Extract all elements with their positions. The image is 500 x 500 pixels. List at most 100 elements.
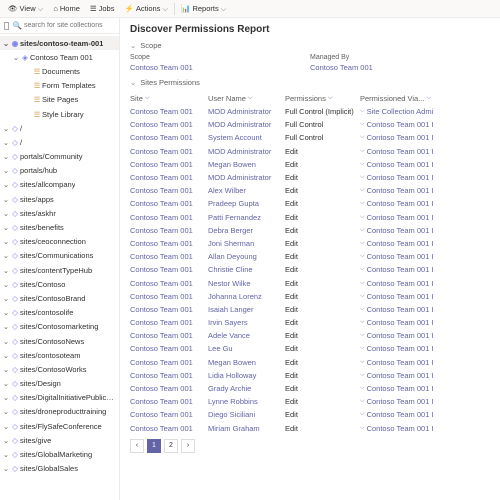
cell-site[interactable]: Contoso Team 001 [130, 358, 208, 367]
cell-site[interactable]: Contoso Team 001 [130, 344, 208, 353]
table-row[interactable]: Contoso Team 001MOD AdministratorEdit⌵Co… [130, 145, 490, 158]
chevron-down-icon[interactable]: ⌵ [360, 108, 365, 115]
tree-site-collection[interactable]: ⌄◇sites/allcompany [0, 178, 119, 192]
tree-site[interactable]: ⌄ ◈ Contoso Team 001 [0, 50, 119, 64]
tree-site-collection[interactable]: ⌄◇sites/apps [0, 192, 119, 206]
cell-site[interactable]: Contoso Team 001 [130, 213, 208, 222]
cell-user[interactable]: Pradeep Gupta [208, 199, 285, 208]
via-link[interactable]: Contoso Team 001 I [367, 239, 434, 248]
chevron-down-icon[interactable]: ⌵ [360, 161, 365, 168]
table-row[interactable]: Contoso Team 001Alex WilberEdit⌵Contoso … [130, 184, 490, 197]
cell-user[interactable]: Megan Bowen [208, 358, 285, 367]
cell-user[interactable]: Grady Archie [208, 384, 285, 393]
cell-site[interactable]: Contoso Team 001 [130, 331, 208, 340]
scope-link[interactable]: Contoso Team 001 [130, 63, 310, 72]
cell-site[interactable]: Contoso Team 001 [130, 226, 208, 235]
cell-user[interactable]: Adele Vance [208, 331, 285, 340]
cell-user[interactable]: Johanna Lorenz [208, 292, 285, 301]
col-site[interactable]: Site⌵ [130, 94, 208, 103]
home-button[interactable]: ⌂Home [49, 2, 84, 15]
col-user[interactable]: User Name⌵ [208, 94, 285, 103]
cell-site[interactable]: Contoso Team 001 [130, 279, 208, 288]
via-link[interactable]: Contoso Team 001 I [367, 344, 434, 353]
cell-user[interactable]: Megan Bowen [208, 160, 285, 169]
via-link[interactable]: Contoso Team 001 I [367, 384, 434, 393]
tree-site-collection[interactable]: ⌄◇/ [0, 121, 119, 135]
chevron-down-icon[interactable]: ⌵ [360, 372, 365, 379]
cell-user[interactable]: Isaiah Langer [208, 305, 285, 314]
cell-site[interactable]: Contoso Team 001 [130, 410, 208, 419]
cell-user[interactable]: Joni Sherman [208, 239, 285, 248]
via-link[interactable]: Contoso Team 001 I [367, 173, 434, 182]
table-row[interactable]: Contoso Team 001Christie ClineEdit⌵Conto… [130, 263, 490, 276]
tree-site-collection[interactable]: ⌄◇sites/ContosoWorks [0, 362, 119, 376]
via-link[interactable]: Contoso Team 001 I [367, 410, 434, 419]
tree-site-collection[interactable]: ⌄◇sites/give [0, 433, 119, 447]
via-link[interactable]: Contoso Team 001 I [367, 213, 434, 222]
table-row[interactable]: Contoso Team 001Pradeep GuptaEdit⌵Contos… [130, 197, 490, 210]
cell-site[interactable]: Contoso Team 001 [130, 107, 208, 116]
tree-library[interactable]: ☰Form Templates [0, 79, 119, 93]
cell-site[interactable]: Contoso Team 001 [130, 292, 208, 301]
cell-site[interactable]: Contoso Team 001 [130, 120, 208, 129]
actions-menu[interactable]: ⚡Actions⌵ [120, 2, 172, 16]
cell-site[interactable]: Contoso Team 001 [130, 424, 208, 433]
via-link[interactable]: Contoso Team 001 I [367, 199, 434, 208]
via-link[interactable]: Site Collection Admi [367, 107, 434, 116]
tree-library[interactable]: ☰Site Pages [0, 93, 119, 107]
cell-site[interactable]: Contoso Team 001 [130, 265, 208, 274]
tree-site-collection[interactable]: ⌄◇sites/ContosoNews [0, 334, 119, 348]
table-row[interactable]: Contoso Team 001Adele VanceEdit⌵Contoso … [130, 329, 490, 342]
tree-site-collection[interactable]: ⌄◇sites/contosolife [0, 306, 119, 320]
tree-site-collection[interactable]: ⌄◇sites/Contoso [0, 277, 119, 291]
cell-site[interactable]: Contoso Team 001 [130, 147, 208, 156]
chevron-down-icon[interactable]: ⌵ [360, 253, 365, 260]
page-next[interactable]: › [181, 439, 195, 453]
cell-user[interactable]: Nestor Wilke [208, 279, 285, 288]
via-link[interactable]: Contoso Team 001 I [367, 331, 434, 340]
tree-site-collection[interactable]: ⌄◇sites/FlySafeConference [0, 419, 119, 433]
chevron-down-icon[interactable]: ⌵ [360, 280, 365, 287]
cell-user[interactable]: Debra Berger [208, 226, 285, 235]
table-row[interactable]: Contoso Team 001Patti FernandezEdit⌵Cont… [130, 211, 490, 224]
tree-library[interactable]: ☰Documents [0, 64, 119, 78]
chevron-down-icon[interactable]: ⌵ [360, 200, 365, 207]
chevron-down-icon[interactable]: ⌵ [360, 398, 365, 405]
tree-root[interactable]: ⌄ ◉ sites/contoso-team-001 [0, 36, 119, 50]
cell-user[interactable]: Diego Siciliani [208, 410, 285, 419]
chevron-down-icon[interactable]: ⌵ [360, 306, 365, 313]
table-row[interactable]: Contoso Team 001Isaiah LangerEdit⌵Contos… [130, 303, 490, 316]
cell-user[interactable]: Irvin Sayers [208, 318, 285, 327]
chevron-down-icon[interactable]: ⌵ [360, 319, 365, 326]
cell-site[interactable]: Contoso Team 001 [130, 305, 208, 314]
chevron-down-icon[interactable]: ⌵ [360, 227, 365, 234]
chevron-down-icon[interactable]: ⌵ [360, 148, 365, 155]
chevron-down-icon[interactable]: ⌵ [360, 425, 365, 432]
page-prev[interactable]: ‹ [130, 439, 144, 453]
tree-site-collection[interactable]: ⌄◇sites/DigitalInitiativePublicRelations [0, 391, 119, 405]
table-row[interactable]: Contoso Team 001Megan BowenEdit⌵Contoso … [130, 356, 490, 369]
table-row[interactable]: Contoso Team 001MOD AdministratorEdit⌵Co… [130, 171, 490, 184]
cell-user[interactable]: Lidia Holloway [208, 371, 285, 380]
tree-site-collection[interactable]: ⌄◇portals/Community [0, 150, 119, 164]
cell-site[interactable]: Contoso Team 001 [130, 397, 208, 406]
cell-user[interactable]: Patti Fernandez [208, 213, 285, 222]
table-row[interactable]: Contoso Team 001Lynne RobbinsEdit⌵Contos… [130, 395, 490, 408]
chevron-down-icon[interactable]: ⌵ [360, 359, 365, 366]
via-link[interactable]: Contoso Team 001 I [367, 265, 434, 274]
col-perm[interactable]: Permissions⌵ [285, 94, 360, 103]
chevron-down-icon[interactable]: ⌵ [360, 266, 365, 273]
via-link[interactable]: Contoso Team 001 I [367, 252, 434, 261]
cell-site[interactable]: Contoso Team 001 [130, 252, 208, 261]
table-row[interactable]: Contoso Team 001Johanna LorenzEdit⌵Conto… [130, 290, 490, 303]
cell-user[interactable]: System Account [208, 133, 285, 142]
table-row[interactable]: Contoso Team 001Grady ArchieEdit⌵Contoso… [130, 382, 490, 395]
scope-section-header[interactable]: ⌄Scope [130, 41, 490, 50]
view-menu[interactable]: 👁View⌵ [4, 2, 47, 16]
cell-user[interactable]: Lynne Robbins [208, 397, 285, 406]
tree-site-collection[interactable]: ⌄◇sites/contosoteam [0, 348, 119, 362]
page-1[interactable]: 1 [147, 439, 161, 453]
tree-site-collection[interactable]: ⌄◇sites/GlobalSales [0, 462, 119, 476]
tree-site-collection[interactable]: ⌄◇/ [0, 135, 119, 149]
table-row[interactable]: Contoso Team 001Diego SicilianiEdit⌵Cont… [130, 408, 490, 421]
